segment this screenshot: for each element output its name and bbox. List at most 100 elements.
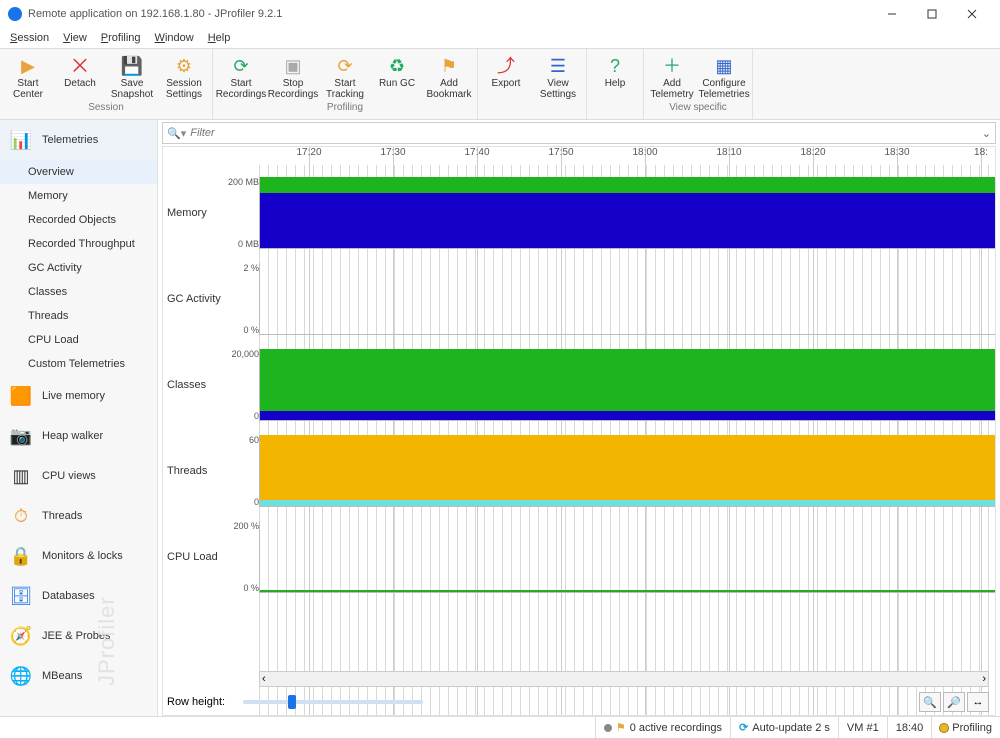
record-dot-icon: [604, 724, 612, 732]
status-autoupdate-cell[interactable]: ⟳ Auto-update 2 s: [730, 717, 838, 738]
sidebar-icon: 📊: [10, 129, 32, 151]
scroll-left-icon[interactable]: ‹: [262, 673, 266, 685]
sidebar-icon: 🧭: [10, 625, 32, 647]
horizontal-scrollbar[interactable]: ‹›: [259, 671, 989, 687]
time-tick: 18:: [974, 147, 988, 158]
row-height-slider[interactable]: [243, 700, 423, 704]
sidebar-heap-walker[interactable]: 📷Heap walker: [0, 416, 157, 456]
toolbar-save-snapshot[interactable]: 💾Save Snapshot: [106, 53, 158, 102]
chart-row-classes: Classes20,0000: [163, 349, 995, 421]
toolbar-configure-telemetries[interactable]: ▦Configure Telemetries: [698, 53, 750, 102]
sidebar-sub-gc-activity[interactable]: GC Activity: [0, 256, 157, 280]
sidebar-icon: ▥: [10, 465, 32, 487]
sidebar-telemetries[interactable]: 📊Telemetries: [0, 120, 157, 160]
time-tick: 17:40: [464, 147, 489, 158]
zoom-out-icon[interactable]: 🔎: [943, 692, 965, 712]
filter-dropdown-icon[interactable]: ⌄: [982, 127, 991, 140]
detach-icon: ⨉: [69, 55, 91, 77]
toolbar-run gc[interactable]: ♻Run GC: [371, 53, 423, 102]
toolbar-start-tracking[interactable]: ⟳Start Tracking: [319, 53, 371, 102]
menu-view[interactable]: View: [57, 30, 93, 46]
status-state: Profiling: [952, 722, 992, 734]
chart-row-label: GC Activity: [167, 293, 221, 305]
menu-window[interactable]: Window: [149, 30, 200, 46]
toolbar: ▶Start Center⨉Detach💾Save Snapshot⚙Sessi…: [0, 48, 1000, 120]
flag-icon: ⚑: [616, 721, 626, 734]
maximize-button[interactable]: [912, 0, 952, 28]
session-settings-icon: ⚙: [173, 55, 195, 77]
scroll-right-icon[interactable]: ›: [982, 673, 986, 685]
add-telemetry-icon: ＋: [661, 55, 683, 77]
sidebar: 📊TelemetriesOverviewMemoryRecorded Objec…: [0, 120, 158, 716]
time-tick: 17:30: [380, 147, 405, 158]
view-settings-icon: ☰: [547, 55, 569, 77]
zoom-in-icon[interactable]: 🔍: [919, 692, 941, 712]
chart-plot[interactable]: [259, 521, 995, 593]
filter-bar[interactable]: 🔍▾ ⌄: [162, 122, 996, 144]
chart-plot[interactable]: [259, 349, 995, 421]
menu-help[interactable]: Help: [202, 30, 237, 46]
sidebar-sub-recorded-throughput[interactable]: Recorded Throughput: [0, 232, 157, 256]
sidebar-sub-recorded-objects[interactable]: Recorded Objects: [0, 208, 157, 232]
toolbar-detach[interactable]: ⨉Detach: [54, 53, 106, 102]
time-tick: 17:50: [548, 147, 573, 158]
sidebar-sub-custom-telemetries[interactable]: Custom Telemetries: [0, 352, 157, 376]
sidebar-mbeans[interactable]: 🌐MBeans: [0, 656, 157, 696]
minimize-button[interactable]: [872, 0, 912, 28]
sidebar-sub-memory[interactable]: Memory: [0, 184, 157, 208]
toolbar-session-settings[interactable]: ⚙Session Settings: [158, 53, 210, 102]
toolbar-start-recordings[interactable]: ⟳Start Recordings: [215, 53, 267, 102]
start-tracking-icon: ⟳: [334, 55, 356, 77]
toolbar-help[interactable]: ?Help: [589, 53, 641, 92]
slider-thumb[interactable]: [288, 695, 296, 709]
row-height-label: Row height:: [167, 696, 225, 708]
sidebar-databases[interactable]: 🗄Databases: [0, 576, 157, 616]
watermark: JProfiler: [94, 596, 120, 686]
add-bookmark-icon: ⚑: [438, 55, 460, 77]
sidebar-icon: 🟧: [10, 385, 32, 407]
filter-input[interactable]: [190, 127, 978, 139]
status-vm: VM #1: [847, 722, 879, 734]
sidebar-icon: 📷: [10, 425, 32, 447]
sidebar-sub-cpu-load[interactable]: CPU Load: [0, 328, 157, 352]
sidebar-sub-classes[interactable]: Classes: [0, 280, 157, 304]
toolbar-view-settings[interactable]: ☰View Settings: [532, 53, 584, 102]
sidebar-icon: 🗄: [10, 585, 32, 607]
fit-icon[interactable]: ↔: [967, 692, 989, 712]
toolbar-add-telemetry[interactable]: ＋Add Telemetry: [646, 53, 698, 102]
statusbar: ⚑ 0 active recordings ⟳ Auto-update 2 s …: [0, 716, 1000, 738]
time-tick: 18:30: [884, 147, 909, 158]
chart-plot[interactable]: [259, 177, 995, 249]
chart-plot[interactable]: [259, 435, 995, 507]
status-autoupdate: Auto-update 2 s: [752, 722, 830, 734]
row-height-control: Row height: 🔍🔎↔: [167, 691, 989, 713]
time-tick: 18:20: [800, 147, 825, 158]
toolbar-stop-recordings[interactable]: ▣Stop Recordings: [267, 53, 319, 102]
time-tick: 18:10: [716, 147, 741, 158]
status-time: 18:40: [896, 722, 924, 734]
chart-row-label: Threads: [167, 465, 207, 477]
run gc-icon: ♻: [386, 55, 408, 77]
save-snapshot-icon: 💾: [121, 55, 143, 77]
toolbar-export[interactable]: ⤴Export: [480, 53, 532, 102]
sidebar-icon: 🌐: [10, 665, 32, 687]
sidebar-monitors-locks[interactable]: 🔒Monitors & locks: [0, 536, 157, 576]
chart-row-label: Memory: [167, 207, 207, 219]
sidebar-icon: ⏱: [10, 505, 32, 527]
close-button[interactable]: [952, 0, 992, 28]
export-icon: ⤴: [495, 55, 517, 77]
sidebar-cpu-views[interactable]: ▥CPU views: [0, 456, 157, 496]
toolbar-add-bookmark[interactable]: ⚑Add Bookmark: [423, 53, 475, 102]
toolbar-start-center[interactable]: ▶Start Center: [2, 53, 54, 102]
sidebar-threads[interactable]: ⏱Threads: [0, 496, 157, 536]
sidebar-jee-probes[interactable]: 🧭JEE & Probes: [0, 616, 157, 656]
main-panel: 🔍▾ ⌄ 17:2017:3017:4017:5018:0018:1018:20…: [158, 120, 1000, 716]
sidebar-sub-threads[interactable]: Threads: [0, 304, 157, 328]
menubar: SessionViewProfilingWindowHelp: [0, 28, 1000, 48]
sidebar-sub-overview[interactable]: Overview: [0, 160, 157, 184]
chart-plot[interactable]: [259, 263, 995, 335]
menu-profiling[interactable]: Profiling: [95, 30, 147, 46]
menu-session[interactable]: Session: [4, 30, 55, 46]
sidebar-live-memory[interactable]: 🟧Live memory: [0, 376, 157, 416]
status-state-cell: Profiling: [931, 717, 1000, 738]
